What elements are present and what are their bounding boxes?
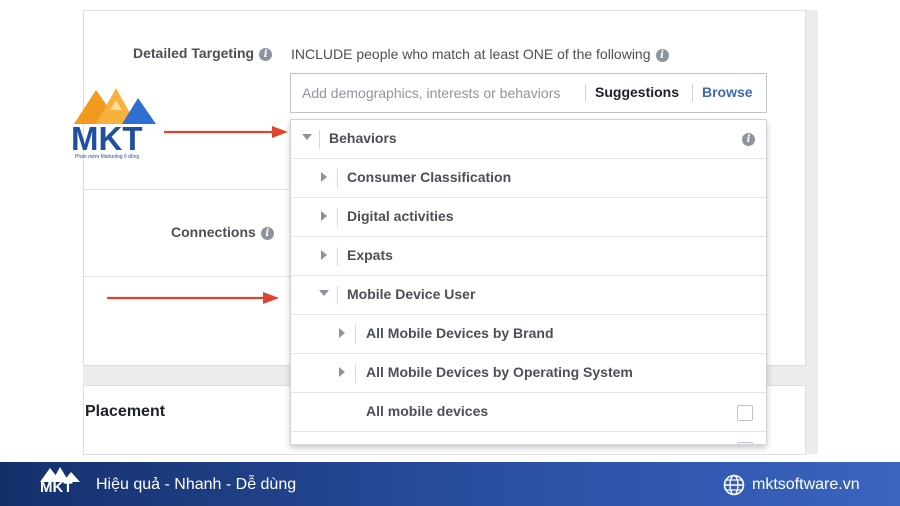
screenshot-stage: Detailed Targeting i INCLUDE people who m… xyxy=(0,0,900,506)
info-icon[interactable]: i xyxy=(742,133,755,146)
row-label: Consumer Classification xyxy=(347,169,512,185)
all-mobile-devices-checkbox[interactable] xyxy=(737,405,753,421)
mkt-logo-text: MKT xyxy=(71,120,143,157)
row-separator xyxy=(355,325,356,344)
suggestions-link[interactable]: Suggestions xyxy=(595,84,679,100)
dropdown-row-all-mobile-devices[interactable]: All mobile devices xyxy=(291,393,766,432)
divider xyxy=(84,276,294,277)
divider xyxy=(84,189,294,190)
footer-logo: MKT xyxy=(38,466,82,502)
row-separator xyxy=(355,364,356,383)
row-separator xyxy=(337,247,338,266)
row-separator xyxy=(319,130,320,149)
chevron-right-icon[interactable] xyxy=(321,172,327,182)
annotation-arrow-icon xyxy=(107,292,279,304)
dropdown-row-partial[interactable] xyxy=(291,432,766,444)
dropdown-row-devices-by-os[interactable]: All Mobile Devices by Operating System xyxy=(291,354,766,393)
row-separator xyxy=(337,208,338,227)
placement-heading: Placement xyxy=(85,403,166,420)
detailed-targeting-search[interactable]: Add demographics, interests or behaviors… xyxy=(290,73,767,113)
dropdown-row-expats[interactable]: Expats xyxy=(291,237,766,276)
row-label: Behaviors xyxy=(329,130,397,146)
dropdown-row-behaviors[interactable]: Behaviors i xyxy=(291,120,766,159)
chevron-right-icon[interactable] xyxy=(321,250,327,260)
search-separator xyxy=(585,84,586,102)
detailed-targeting-text: Detailed Targeting xyxy=(133,45,255,61)
dropdown-row-mobile-device-user[interactable]: Mobile Device User xyxy=(291,276,766,315)
browse-link[interactable]: Browse xyxy=(702,84,753,100)
search-separator xyxy=(692,84,693,102)
include-instruction: INCLUDE people who match at least ONE of… xyxy=(291,46,669,62)
info-icon[interactable]: i xyxy=(655,49,669,62)
chevron-down-icon[interactable] xyxy=(302,134,312,140)
info-icon[interactable]: i xyxy=(259,48,273,61)
row-separator xyxy=(337,286,338,305)
footer-logo-text: MKT xyxy=(40,479,73,496)
dropdown-row-digital-activities[interactable]: Digital activities xyxy=(291,198,766,237)
info-icon[interactable]: i xyxy=(260,227,274,240)
row-label: Expats xyxy=(347,247,393,263)
search-placeholder: Add demographics, interests or behaviors xyxy=(302,85,561,101)
footer-website-link[interactable]: mktsoftware.vn xyxy=(752,476,860,494)
row-label: Mobile Device User xyxy=(347,286,476,302)
annotation-arrow-icon xyxy=(164,126,288,138)
row-label: All Mobile Devices by Operating System xyxy=(366,364,633,380)
mkt-mountains-icon xyxy=(74,88,156,124)
mkt-logo-tagline: Phần mềm Marketing 0 đồng xyxy=(75,154,140,160)
row-label: Digital activities xyxy=(347,208,454,224)
brand-footer: MKT Hiệu quả - Nhanh - Dễ dùng mktsoftwa… xyxy=(0,462,900,506)
dropdown-row-devices-by-brand[interactable]: All Mobile Devices by Brand xyxy=(291,315,766,354)
partial-checkbox[interactable] xyxy=(737,442,753,444)
connections-label: Connections i xyxy=(171,224,274,240)
chevron-right-icon[interactable] xyxy=(339,328,345,338)
chevron-down-icon[interactable] xyxy=(319,290,329,296)
row-label: All Mobile Devices by Brand xyxy=(366,325,554,341)
chevron-right-icon[interactable] xyxy=(339,367,345,377)
chevron-right-icon[interactable] xyxy=(321,211,327,221)
connections-text: Connections xyxy=(171,224,256,240)
browse-dropdown: Behaviors i Consumer Classification Digi… xyxy=(290,119,767,445)
globe-icon xyxy=(723,474,745,496)
detailed-targeting-label: Detailed Targeting i xyxy=(133,45,273,61)
mkt-logo: MKT Phần mềm Marketing 0 đồng xyxy=(70,84,162,166)
row-label: All mobile devices xyxy=(366,403,489,419)
dropdown-row-consumer-classification[interactable]: Consumer Classification xyxy=(291,159,766,198)
row-separator xyxy=(337,169,338,188)
footer-slogan: Hiệu quả - Nhanh - Dễ dùng xyxy=(96,476,297,493)
include-text: INCLUDE people who match at least ONE of… xyxy=(291,46,651,62)
